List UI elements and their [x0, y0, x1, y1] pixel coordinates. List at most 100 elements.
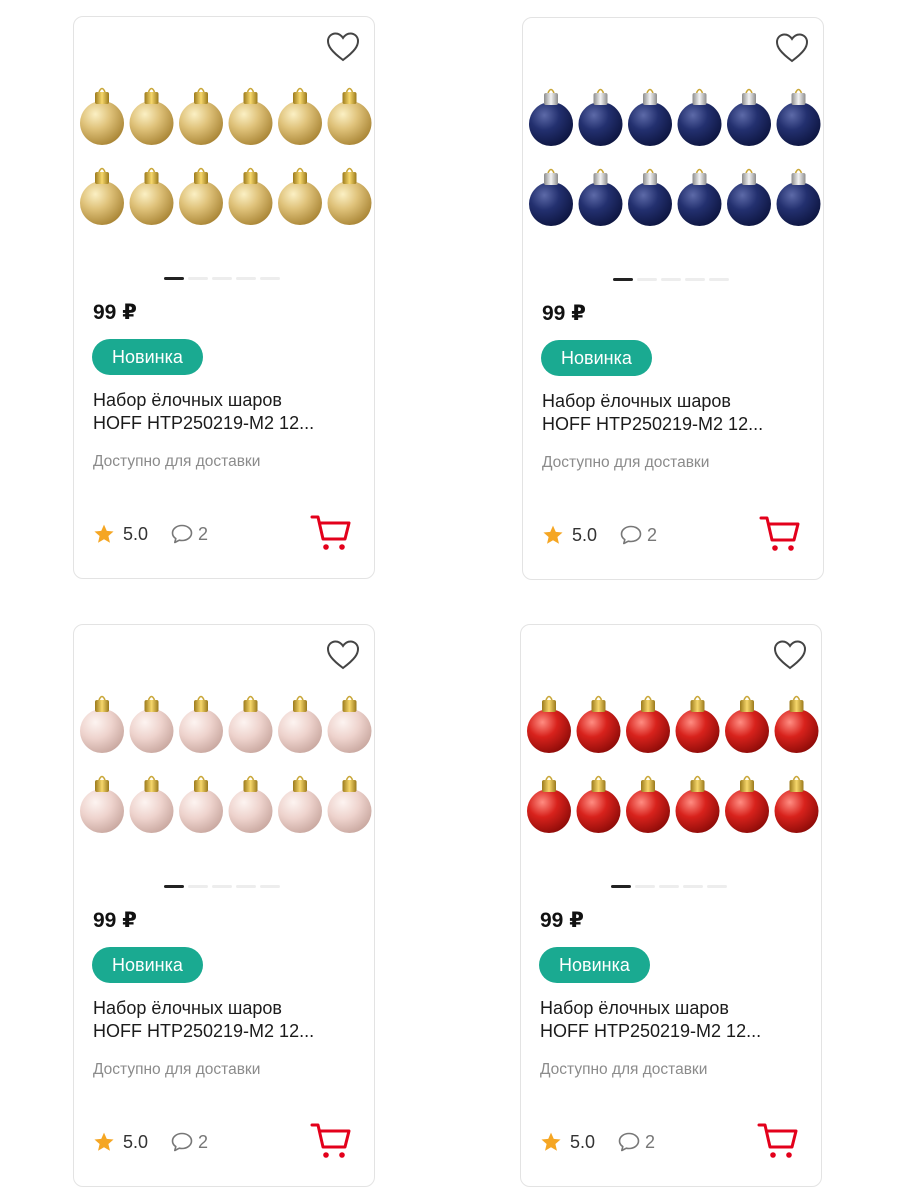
cart-icon[interactable] — [310, 1121, 352, 1161]
image-pagination[interactable] — [611, 885, 727, 888]
pagination-dot[interactable] — [236, 277, 256, 280]
pagination-dot[interactable] — [611, 885, 631, 888]
rating-value: 5.0 — [123, 1131, 149, 1152]
pagination-dot[interactable] — [707, 885, 727, 888]
pagination-dot[interactable] — [683, 885, 703, 888]
product-card[interactable]: 99 ₽ Новинка Набор ёлочных шаров HOFF HT… — [522, 17, 824, 580]
heart-outline-icon[interactable] — [326, 639, 360, 671]
ornament-ball — [626, 775, 670, 833]
ornament-ball — [278, 775, 322, 833]
ornament-ball — [179, 695, 223, 753]
ornament-ball — [527, 775, 571, 833]
ornament-ball — [576, 775, 621, 833]
ornament-ball — [129, 775, 174, 833]
product-title-line[interactable]: Набор ёлочных шаров — [93, 389, 363, 412]
product-title[interactable]: Набор ёлочных шаров HOFF HTP250219-M2 12… — [93, 997, 363, 1043]
product-title-line[interactable]: Набор ёлочных шаров — [542, 390, 812, 413]
product-price: 99 ₽ — [93, 301, 137, 324]
ornament-ball — [727, 88, 771, 146]
pagination-dot[interactable] — [212, 277, 232, 280]
ornament-ball — [776, 88, 821, 146]
pagination-dot[interactable] — [188, 885, 208, 888]
product-title-line[interactable]: HOFF HTP250219-M2 12... — [93, 1020, 363, 1043]
product-card[interactable]: 99 ₽ Новинка Набор ёлочных шаров HOFF HT… — [520, 624, 822, 1187]
pagination-dot[interactable] — [659, 885, 679, 888]
ornament-ball — [228, 695, 273, 753]
pagination-dot[interactable] — [236, 885, 256, 888]
pagination-dot[interactable] — [212, 885, 232, 888]
product-image[interactable] — [529, 74, 821, 250]
image-pagination[interactable] — [164, 277, 280, 280]
ornament-ball — [228, 167, 273, 225]
pagination-dot[interactable] — [260, 885, 280, 888]
cart-icon[interactable] — [759, 514, 801, 554]
new-badge: Новинка — [541, 340, 652, 376]
ornament-ball — [179, 775, 223, 833]
cart-icon[interactable] — [310, 513, 352, 553]
ornament-ball — [576, 695, 621, 753]
heart-outline-icon[interactable] — [326, 31, 360, 63]
ornament-ball — [278, 167, 322, 225]
heart-outline-icon[interactable] — [775, 32, 809, 64]
rating-value: 5.0 — [123, 523, 149, 544]
ornament-ball — [129, 695, 174, 753]
ornament-ball — [327, 167, 372, 225]
rating-row: 5.0 2 — [93, 1130, 208, 1154]
pagination-dot[interactable] — [635, 885, 655, 888]
ornament-ball — [774, 695, 819, 753]
cart-icon[interactable] — [757, 1121, 799, 1161]
ornament-ball — [776, 168, 821, 226]
ornament-ball — [727, 168, 771, 226]
ornament-ball — [725, 695, 769, 753]
pagination-dot[interactable] — [260, 277, 280, 280]
pagination-dot[interactable] — [164, 277, 184, 280]
ornament-ball — [677, 88, 722, 146]
comment-icon — [171, 524, 193, 544]
product-title-line[interactable]: HOFF HTP250219-M2 12... — [93, 412, 363, 435]
ornament-ball — [179, 87, 223, 145]
product-card[interactable]: 99 ₽ Новинка Набор ёлочных шаров HOFF HT… — [73, 16, 375, 579]
pagination-dot[interactable] — [685, 278, 705, 281]
ornament-ball — [80, 87, 124, 145]
product-image[interactable] — [80, 681, 372, 857]
pagination-dot[interactable] — [613, 278, 633, 281]
star-icon — [541, 1132, 561, 1151]
product-title-line[interactable]: HOFF HTP250219-M2 12... — [540, 1020, 810, 1043]
ornament-ball — [628, 168, 672, 226]
availability-text: Доступно для доставки — [542, 454, 710, 471]
ornament-ball — [80, 695, 124, 753]
product-title-line[interactable]: Набор ёлочных шаров — [93, 997, 363, 1020]
ornament-ball — [80, 167, 124, 225]
comment-icon — [618, 1132, 640, 1152]
ornament-ball — [129, 167, 174, 225]
heart-outline-icon[interactable] — [773, 639, 807, 671]
pagination-dot[interactable] — [661, 278, 681, 281]
product-image[interactable] — [80, 73, 372, 249]
product-title[interactable]: Набор ёлочных шаров HOFF HTP250219-M2 12… — [540, 997, 810, 1043]
product-title-line[interactable]: Набор ёлочных шаров — [540, 997, 810, 1020]
ornament-ball — [80, 775, 124, 833]
ornament-ball — [675, 775, 720, 833]
product-title[interactable]: Набор ёлочных шаров HOFF HTP250219-M2 12… — [542, 390, 812, 436]
pagination-dot[interactable] — [188, 277, 208, 280]
image-pagination[interactable] — [164, 885, 280, 888]
ornament-ball — [578, 168, 623, 226]
ornament-ball — [774, 775, 819, 833]
pagination-dot[interactable] — [637, 278, 657, 281]
product-title-line[interactable]: HOFF HTP250219-M2 12... — [542, 413, 812, 436]
product-card[interactable]: 99 ₽ Новинка Набор ёлочных шаров HOFF HT… — [73, 624, 375, 1187]
ornament-ball — [677, 168, 722, 226]
ornament-ball — [327, 775, 372, 833]
pagination-dot[interactable] — [709, 278, 729, 281]
ornament-ball — [628, 88, 672, 146]
image-pagination[interactable] — [613, 278, 729, 281]
star-icon — [543, 525, 563, 544]
product-title[interactable]: Набор ёлочных шаров HOFF HTP250219-M2 12… — [93, 389, 363, 435]
pagination-dot[interactable] — [164, 885, 184, 888]
rating-row: 5.0 2 — [542, 523, 657, 547]
new-badge: Новинка — [92, 339, 203, 375]
product-image[interactable] — [527, 681, 819, 857]
ornament-ball — [529, 88, 573, 146]
ornament-ball — [578, 88, 623, 146]
star-icon — [94, 1132, 114, 1151]
